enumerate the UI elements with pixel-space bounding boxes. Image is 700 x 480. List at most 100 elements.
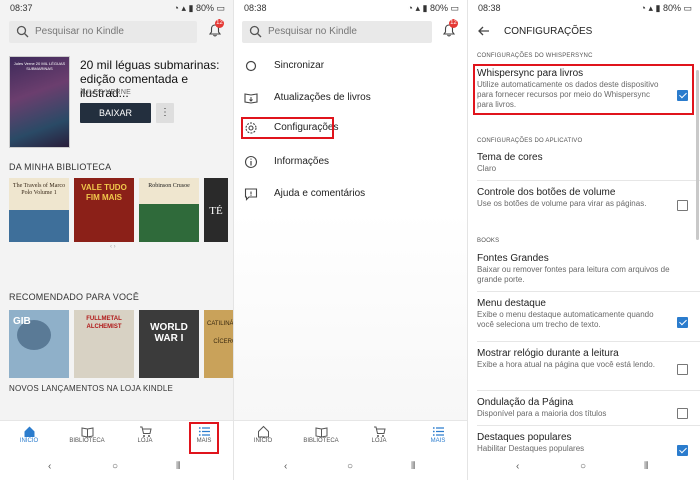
nav-home[interactable]: INÍCIO: [240, 425, 286, 444]
status-bar: 08:38 ◔ ▴ ▮ 80% ▭: [468, 0, 700, 16]
search-bar[interactable]: Pesquisar no Kindle: [9, 21, 197, 43]
nav-home[interactable]: INÍCIO: [6, 425, 52, 444]
divider: [477, 425, 700, 426]
volume-buttons-checkbox[interactable]: [677, 200, 688, 211]
notifications-button[interactable]: 12: [208, 19, 224, 42]
back-nav-icon[interactable]: ‹: [516, 461, 519, 472]
recommended-book[interactable]: WORLD WAR I: [139, 310, 199, 378]
setting-title: Controle dos botões de volume: [477, 187, 616, 198]
search-placeholder: Pesquisar no Kindle: [35, 26, 124, 37]
more-menu-screen: 08:38 ◔ ▴ ▮ 80% ▭ Pesquisar no Kindle 12…: [233, 0, 467, 480]
nav-library[interactable]: BIBLIOTECA: [298, 425, 344, 444]
status-time: 08:37: [10, 3, 33, 13]
library-icon: [315, 427, 327, 438]
search-icon: [16, 25, 29, 38]
menu-sync[interactable]: Sincronizar: [244, 55, 457, 81]
setting-description: Claro: [477, 164, 497, 173]
setting-description: Habilitar Destaques populares: [477, 444, 585, 453]
reading-clock-checkbox[interactable]: [677, 364, 688, 375]
book-title: WORLD WAR I: [150, 322, 188, 344]
cover-text: Jules Verne 20 MIL LÉGUAS SUBMARINAS: [13, 61, 66, 71]
search-placeholder: Pesquisar no Kindle: [268, 26, 357, 37]
notification-badge: 12: [449, 19, 458, 28]
back-nav-icon[interactable]: ‹: [48, 461, 51, 472]
nav-store[interactable]: LOJA: [122, 425, 168, 444]
recents-nav-icon[interactable]: ⦀: [176, 461, 180, 472]
recents-nav-icon[interactable]: ⦀: [644, 461, 648, 472]
divider: [477, 390, 700, 391]
recommended-book[interactable]: CATILINÁRIAS CÍCERO: [204, 310, 233, 378]
setting-page-curl[interactable]: Ondulação da Página Disponível para a ma…: [477, 397, 688, 419]
nav-more[interactable]: MAIS: [415, 425, 461, 444]
library-book[interactable]: TÉ: [204, 178, 228, 242]
recommend-heading: RECOMENDADO PARA VOCÊ: [9, 292, 140, 302]
battery-level: 80%: [195, 3, 214, 13]
library-carousel[interactable]: The Travels of Marco Polo Volume 1 VALE …: [9, 178, 228, 242]
setting-large-fonts[interactable]: Fontes Grandes Baixar ou remover fontes …: [477, 253, 688, 285]
group-header-app: CONFIGURAÇÕES DO APLICATIVO: [477, 138, 583, 144]
menu-info[interactable]: Informações: [244, 151, 457, 177]
nav-label: LOJA: [371, 438, 387, 444]
cart-icon: [139, 426, 152, 437]
menu-help[interactable]: Ajuda e comentários: [244, 183, 457, 209]
notifications-button[interactable]: 12: [442, 19, 458, 42]
setting-color-theme[interactable]: Tema de cores Claro: [477, 152, 688, 174]
page-curl-checkbox[interactable]: [677, 408, 688, 419]
menu-label: Atualizações de livros: [274, 92, 371, 103]
status-icons: ◔ ▴ ▮ 80% ▭: [407, 3, 459, 13]
status-bar: 08:38 ◔ ▴ ▮ 80% ▭: [234, 0, 467, 16]
download-button[interactable]: BAIXAR: [80, 103, 151, 123]
setting-volume-buttons[interactable]: Controle dos botões de volume Use os bot…: [477, 187, 688, 211]
menu-label: Informações: [274, 156, 330, 167]
nav-label: MAIS: [430, 438, 446, 444]
setting-title: Ondulação da Página: [477, 397, 574, 408]
system-nav: ‹ ○ ⦀: [468, 456, 700, 480]
setting-popular-highlights[interactable]: Destaques populares Habilitar Destaques …: [477, 432, 688, 456]
menu-book-updates[interactable]: Atualizações de livros: [244, 87, 457, 113]
help-icon: [244, 188, 258, 201]
recommended-book[interactable]: GIB: [9, 310, 69, 378]
more-options-button[interactable]: ⋮: [156, 103, 174, 123]
settings-screen: 08:38 ◔ ▴ ▮ 80% ▭ CONFIGURAÇÕES CONFIGUR…: [467, 0, 700, 480]
setting-highlight-menu[interactable]: Menu destaque Exibe o menu destaque auto…: [477, 298, 688, 330]
home-nav-icon[interactable]: ○: [580, 461, 586, 472]
scrollbar[interactable]: [696, 70, 699, 240]
group-header-books: BOOKS: [477, 238, 500, 244]
sync-icon: [245, 60, 257, 72]
featured-book-author: JULES VERNE: [80, 89, 132, 96]
menu-background: [234, 212, 467, 420]
back-arrow-icon[interactable]: [477, 24, 491, 38]
recommended-book[interactable]: FULLMETAL ALCHEMIST: [74, 310, 134, 378]
menu-label: Sincronizar: [274, 60, 325, 71]
library-book[interactable]: Robinson Crusoe: [139, 178, 199, 242]
battery-level: 80%: [662, 3, 681, 13]
featured-book: Jules Verne 20 MIL LÉGUAS SUBMARINAS 20 …: [9, 56, 233, 176]
nav-library[interactable]: BIBLIOTECA: [64, 425, 110, 444]
highlight-box: [473, 64, 694, 115]
home-icon: [24, 426, 34, 437]
featured-book-cover[interactable]: Jules Verne 20 MIL LÉGUAS SUBMARINAS: [9, 56, 70, 148]
highlight-menu-checkbox[interactable]: [677, 317, 688, 328]
setting-description: Exibe a hora atual na página que você es…: [477, 360, 655, 369]
divider: [477, 341, 700, 342]
home-icon: [257, 425, 269, 438]
setting-title: Tema de cores: [477, 152, 543, 163]
back-nav-icon[interactable]: ‹: [284, 461, 287, 472]
library-book[interactable]: VALE TUDO FIM MAIS: [74, 178, 134, 242]
book-title: Robinson Crusoe: [148, 183, 190, 189]
popular-highlights-checkbox[interactable]: [677, 445, 688, 456]
library-book[interactable]: The Travels of Marco Polo Volume 1: [9, 178, 69, 242]
home-nav-icon[interactable]: ○: [112, 461, 118, 472]
home-nav-icon[interactable]: ○: [347, 461, 353, 472]
setting-reading-clock[interactable]: Mostrar relógio durante a leitura Exibe …: [477, 348, 688, 375]
search-bar[interactable]: Pesquisar no Kindle: [242, 21, 432, 43]
highlight-box: [241, 117, 334, 139]
recents-nav-icon[interactable]: ⦀: [411, 461, 415, 472]
recommend-carousel[interactable]: GIB FULLMETAL ALCHEMIST WORLD WAR I CATI…: [9, 310, 233, 378]
nav-store[interactable]: LOJA: [356, 425, 402, 444]
status-bar: 08:37 ◔ ▴ ▮ 80% ▭: [0, 0, 233, 16]
system-nav: ‹ ○ ⦀: [234, 456, 467, 480]
library-icon: [81, 427, 93, 438]
book-title: FULLMETAL ALCHEMIST: [86, 316, 122, 330]
status-time: 08:38: [244, 3, 267, 13]
